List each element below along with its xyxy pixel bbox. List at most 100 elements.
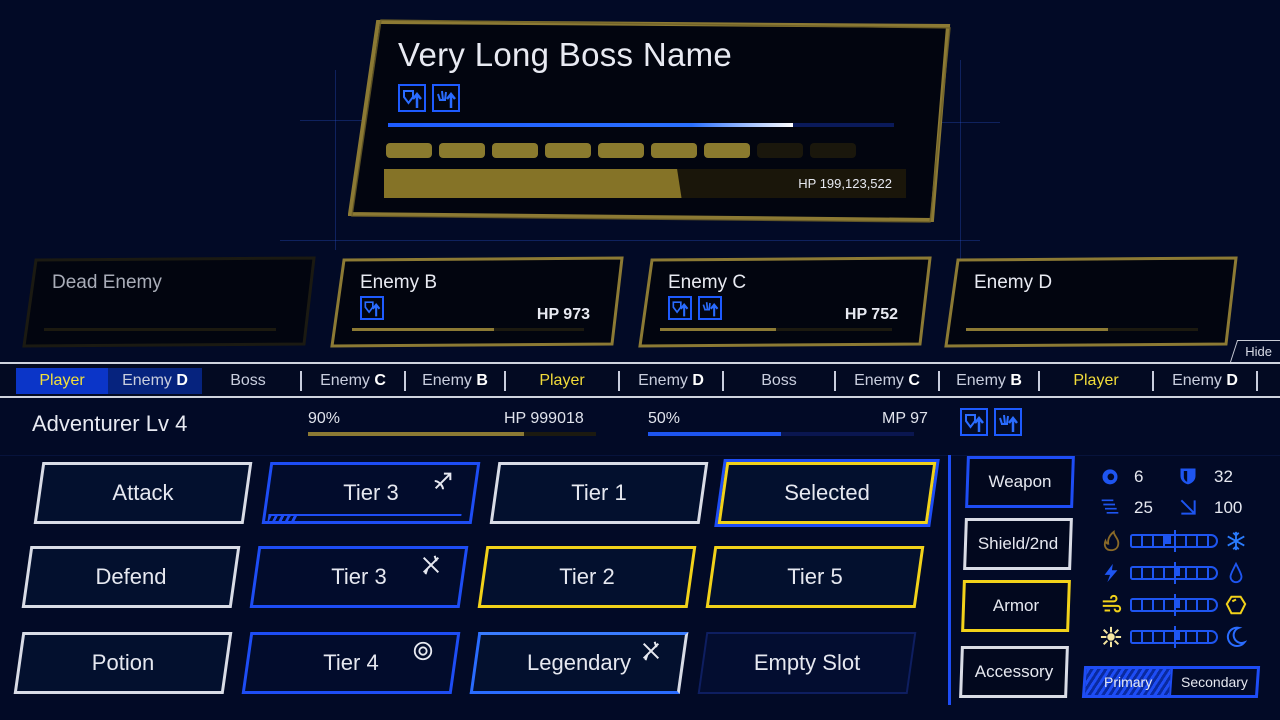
enemy-card[interactable]: Enemy C HP 752: [638, 256, 934, 348]
action-label: Tier 1: [571, 480, 627, 505]
turn-order-item[interactable]: Enemy C: [842, 368, 932, 394]
defense-up-icon[interactable]: [398, 84, 426, 112]
enemy-card[interactable]: Enemy B HP 973: [330, 256, 626, 348]
action-button[interactable]: Attack: [33, 462, 253, 524]
boss-health-segment: [386, 143, 432, 158]
bow-arrow-icon: [432, 470, 454, 492]
turn-separator: [1038, 371, 1040, 391]
action-label: Tier 3: [343, 480, 399, 505]
element-balance-slider[interactable]: [1130, 626, 1218, 648]
defense-up-icon[interactable]: [668, 296, 692, 320]
enemy-card[interactable]: Enemy D: [944, 256, 1240, 348]
element-balance-slider[interactable]: [1130, 530, 1218, 552]
light-icon: [1100, 626, 1122, 648]
equipment-label: Weapon: [988, 472, 1052, 491]
boss-health-segment: [545, 143, 591, 158]
player-hp-fill: [308, 432, 524, 436]
boss-health-segment: [704, 143, 750, 158]
turn-order-item[interactable]: Player: [1046, 368, 1146, 394]
enemy-buff-list: [668, 296, 722, 320]
turn-letter: D: [692, 372, 704, 389]
enemy-hp-bar: [44, 328, 276, 331]
player-hp-percent: 90%: [308, 410, 341, 427]
action-button[interactable]: Tier 5: [705, 546, 925, 608]
enemy-hp-bar: [352, 328, 584, 331]
action-button[interactable]: Legendary: [469, 632, 689, 694]
turn-name: Enemy: [854, 372, 909, 389]
boss-health-segment: [492, 143, 538, 158]
hide-button[interactable]: Hide: [1230, 340, 1280, 362]
enemy-card[interactable]: Dead Enemy: [22, 256, 318, 348]
player-hp-bar: [308, 432, 596, 436]
turn-order-item[interactable]: Boss: [1264, 368, 1280, 394]
weapon-toggle-primary[interactable]: Primary: [1085, 669, 1171, 695]
action-button[interactable]: Tier 2: [477, 546, 697, 608]
action-button[interactable]: Tier 3: [261, 462, 481, 524]
turn-letter: B: [1010, 372, 1022, 389]
action-label: Tier 3: [331, 564, 387, 589]
turn-order-item[interactable]: Boss: [730, 368, 828, 394]
equipment-slot-weapon[interactable]: Weapon: [965, 456, 1075, 508]
enemy-hp-bar: [966, 328, 1198, 331]
defense-up-icon[interactable]: [360, 296, 384, 320]
enemy-name: Enemy D: [974, 272, 1053, 293]
turn-separator: [300, 371, 302, 391]
weapon-toggle-secondary[interactable]: Secondary: [1169, 669, 1257, 695]
turn-order-item[interactable]: Enemy D: [1160, 368, 1250, 394]
turn-name: Player: [39, 372, 85, 389]
fire-icon: [1100, 530, 1122, 552]
enemy-hp-bar: [660, 328, 892, 331]
turn-order-item[interactable]: Enemy D: [108, 368, 202, 394]
enemy-hp-text: HP 973: [536, 306, 590, 323]
turn-order-item[interactable]: Enemy D: [626, 368, 716, 394]
boss-health-segment: [651, 143, 697, 158]
action-button[interactable]: Tier 4: [241, 632, 461, 694]
action-button[interactable]: Selected: [717, 462, 937, 524]
defense-up-icon[interactable]: [960, 408, 988, 436]
attack-up-icon[interactable]: [432, 84, 460, 112]
attack-up-icon[interactable]: [698, 296, 722, 320]
attack-up-icon[interactable]: [994, 408, 1022, 436]
slider-marker: [1173, 630, 1180, 640]
turn-letter: B: [476, 372, 488, 389]
weapon-toggle-label: Secondary: [1180, 674, 1248, 690]
action-button[interactable]: Potion: [13, 632, 233, 694]
turn-name: Enemy: [122, 372, 177, 389]
turn-separator: [834, 371, 836, 391]
turn-separator: [404, 371, 406, 391]
turn-order-item[interactable]: Enemy B: [946, 368, 1032, 394]
action-label: Tier 5: [787, 564, 843, 589]
turn-name: Enemy: [1172, 372, 1227, 389]
player-mp-fill: [648, 432, 781, 436]
action-button[interactable]: Tier 3: [249, 546, 469, 608]
element-balance-slider[interactable]: [1130, 562, 1218, 584]
boss-health-segments: [386, 143, 856, 158]
background-grid-line: [280, 240, 980, 241]
enemy-name: Dead Enemy: [52, 272, 162, 293]
slider-center-mark: [1174, 530, 1176, 552]
turn-order-item[interactable]: Boss: [202, 368, 294, 394]
turn-separator: [938, 371, 940, 391]
weapon-toggle-label: Primary: [1103, 674, 1153, 690]
equipment-slot-accessory[interactable]: Accessory: [959, 646, 1069, 698]
turn-order-list: Player Enemy D Boss Enemy C Enemy B Player Ene…: [16, 368, 1280, 394]
action-label: Selected: [784, 480, 870, 505]
enemy-frame: [22, 256, 316, 348]
crossed-swords-icon: [640, 640, 662, 662]
enemy-hp-fill: [966, 328, 1108, 331]
action-label: Potion: [91, 650, 155, 675]
element-balance-slider[interactable]: [1130, 594, 1218, 616]
action-button[interactable]: Defend: [21, 546, 241, 608]
turn-order-item[interactable]: Player: [512, 368, 612, 394]
turn-letter: C: [374, 372, 386, 389]
turn-order-item[interactable]: Enemy C: [308, 368, 398, 394]
action-button[interactable]: Tier 1: [489, 462, 709, 524]
boss-health-segment: [757, 143, 803, 158]
stat-value: 6: [1134, 467, 1144, 486]
turn-order-item[interactable]: Enemy B: [412, 368, 498, 394]
turn-order-item[interactable]: Player: [16, 368, 108, 394]
equipment-slot-armor[interactable]: Armor: [961, 580, 1071, 632]
dark-icon: [1225, 626, 1248, 648]
boss-buff-list: [398, 84, 460, 112]
equipment-slot-shield-2nd[interactable]: Shield/2nd: [963, 518, 1073, 570]
